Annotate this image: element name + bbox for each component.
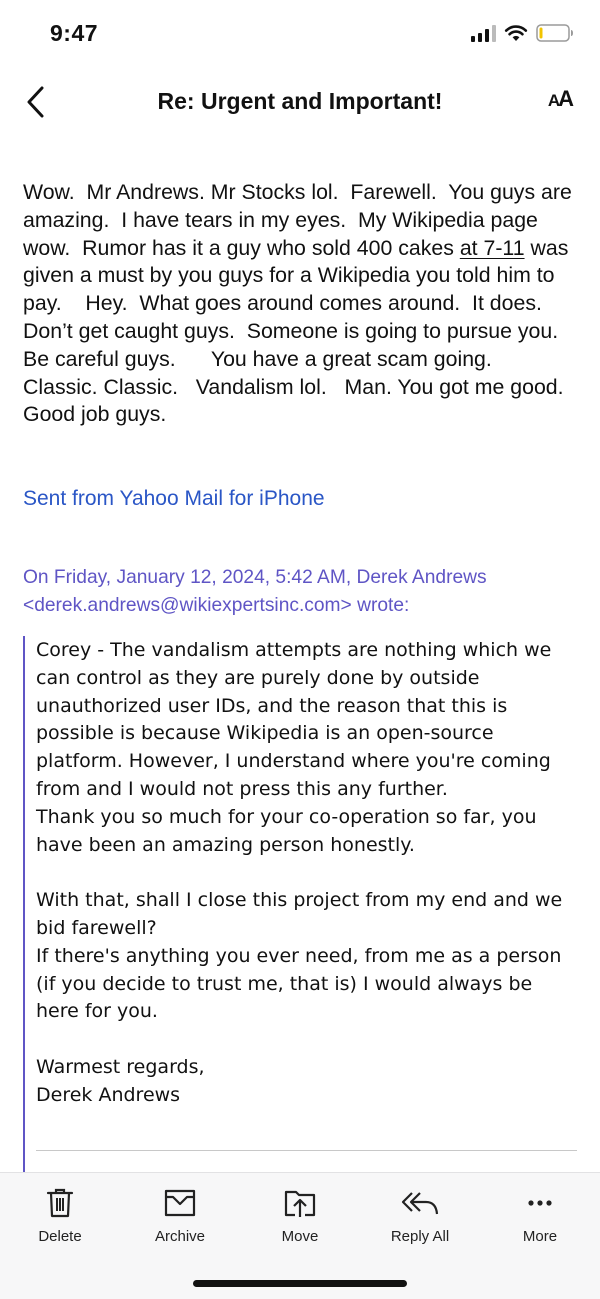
status-bar: 9:47 — [0, 0, 600, 70]
status-time: 9:47 — [50, 20, 99, 46]
quote-attribution: On Friday, January 12, 2024, 5:42 AM, De… — [23, 564, 583, 619]
message-body-text-continued: was given a must by you guys for a Wikip… — [23, 235, 576, 427]
delete-button[interactable]: Delete — [0, 1187, 120, 1245]
status-icons — [471, 24, 574, 42]
text-size-icon: A — [558, 86, 574, 111]
yahoo-mail-signature-link[interactable]: Sent from Yahoo Mail for iPhone — [23, 487, 325, 511]
move-folder-icon — [284, 1190, 316, 1217]
quote-attribution-suffix: wrote: — [351, 594, 410, 616]
quoted-message: Corey - The vandalism attempts are nothi… — [36, 639, 563, 1106]
move-label: Move — [281, 1228, 319, 1245]
message-body: Wow. Mr Andrews. Mr Stocks lol. Farewell… — [23, 179, 579, 429]
sender-email-link[interactable]: <derek.andrews@wikiexpertsinc.com> — [23, 595, 352, 616]
archive-icon — [164, 1189, 196, 1217]
reply-all-button[interactable]: Reply All — [360, 1187, 480, 1245]
delete-label: Delete — [38, 1228, 82, 1245]
more-dots-icon — [528, 1200, 552, 1206]
divider — [36, 1150, 577, 1151]
text-size-icon-small: A — [547, 91, 560, 110]
quote-attribution-text: On Friday, January 12, 2024, 5:42 AM, De… — [23, 567, 487, 588]
message-subject: Re: Urgent and Important! — [157, 88, 443, 114]
battery-icon — [536, 24, 573, 42]
bottom-toolbar: Delete Archive Move Reply All More — [0, 1172, 600, 1299]
more-button[interactable]: More — [480, 1187, 600, 1245]
reply-all-icon — [401, 1192, 439, 1215]
home-indicator[interactable] — [193, 1280, 407, 1287]
move-button[interactable]: Move — [240, 1187, 360, 1245]
archive-button[interactable]: Archive — [120, 1187, 240, 1245]
more-label: More — [522, 1228, 558, 1245]
text-size-button[interactable]: AA — [547, 86, 574, 112]
navigation-bar: Re: Urgent and Important! AA — [0, 70, 600, 136]
cellular-signal-icon — [471, 24, 496, 42]
detected-data-link[interactable]: at 7-11 — [460, 236, 525, 260]
archive-label: Archive — [154, 1228, 206, 1245]
reply-all-label: Reply All — [390, 1228, 450, 1245]
wifi-icon — [504, 25, 528, 41]
trash-icon — [46, 1188, 74, 1218]
quote-bar — [23, 636, 25, 1172]
